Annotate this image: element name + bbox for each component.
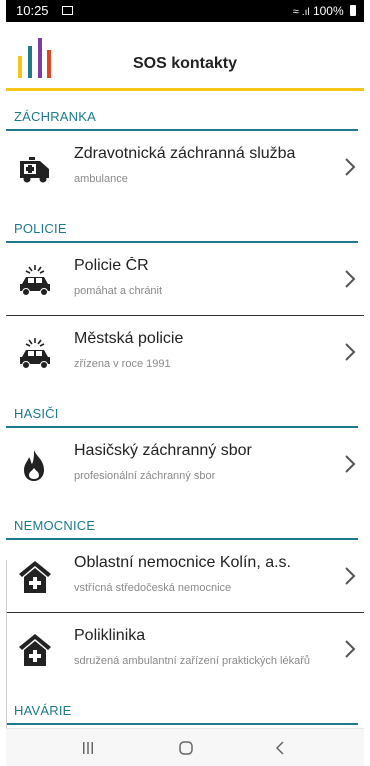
battery-percent: 100% <box>312 4 344 18</box>
recent-apps-button[interactable] <box>58 729 118 766</box>
contact-item-hasicsky-sbor[interactable]: Hasičský záchranný sbor profesionální zá… <box>6 428 364 500</box>
contact-item-zachranna-sluzba[interactable]: Zdravotnická záchranná služba ambulance <box>6 131 364 203</box>
chevron-right-icon <box>345 640 356 658</box>
recent-apps-icon <box>83 742 93 754</box>
phone-screen: 10:25 ≈.ıl 100% SOS kontakty ZÁCHRANKA <box>6 0 364 766</box>
home-icon <box>179 741 193 755</box>
section-label: POLICIE <box>14 221 67 236</box>
status-time: 10:25 <box>16 3 49 18</box>
status-bar: 10:25 ≈ .ıl 100% <box>6 0 364 22</box>
contact-subtitle: zřízena v roce 1991 <box>74 358 171 370</box>
contact-subtitle: pomáhat a chránit <box>74 285 163 297</box>
chevron-right-icon <box>345 270 356 288</box>
contact-title: Oblastní nemocnice Kolín, a.s. <box>74 554 291 571</box>
hospital-icon <box>19 561 51 593</box>
contact-subtitle: profesionální záchranný sbor <box>74 470 216 482</box>
section-header-zachranka: ZÁCHRANKA <box>6 91 364 131</box>
page-title: SOS kontakty <box>132 55 238 72</box>
contacts-list[interactable]: ZÁCHRANKA Zdravotnická záchranná služba … <box>6 91 364 728</box>
section-label: HASIČI <box>14 406 59 421</box>
contact-title: Městská policie <box>74 330 184 347</box>
hospital-icon <box>19 634 51 666</box>
contact-title: Zdravotnická záchranná služba <box>74 145 296 162</box>
contact-item-nemocnice-kolin[interactable]: Oblastní nemocnice Kolín, a.s. vstřícná … <box>6 540 364 613</box>
chevron-right-icon <box>345 158 356 176</box>
status-right: ≈ .ıl 100% <box>293 0 356 24</box>
back-button[interactable] <box>250 729 310 766</box>
police-car-icon <box>20 338 50 369</box>
section-header-havarie: HAVÁRIE <box>6 685 364 725</box>
section-label: NEMOCNICE <box>14 518 96 533</box>
chevron-right-icon <box>345 343 356 361</box>
contact-item-policie-cr[interactable]: Policie ČR pomáhat a chránit <box>6 243 364 316</box>
signal-icon: .ıl <box>301 7 310 18</box>
section-label: HAVÁRIE <box>14 703 72 718</box>
ambulance-icon <box>20 157 49 183</box>
section-header-hasici: HASIČI <box>6 388 364 428</box>
wifi-icon: ≈ <box>292 6 299 18</box>
chevron-right-icon <box>345 455 356 473</box>
fire-icon <box>24 450 44 481</box>
section-divider <box>6 723 358 725</box>
contact-subtitle: sdružená ambulantní zařízení praktických… <box>74 655 311 667</box>
back-icon <box>275 741 284 755</box>
section-header-policie: POLICIE <box>6 203 364 243</box>
contact-title: Poliklinika <box>74 627 146 644</box>
battery-icon <box>350 5 356 16</box>
police-car-icon <box>20 265 50 296</box>
section-label: ZÁCHRANKA <box>14 109 96 124</box>
contact-item-poliklinika[interactable]: Poliklinika sdružená ambulantní zařízení… <box>6 613 364 685</box>
image-icon <box>62 6 73 15</box>
scroll-edge <box>6 560 7 730</box>
home-button[interactable] <box>156 729 216 766</box>
chevron-right-icon <box>345 567 356 585</box>
contact-item-mestska-policie[interactable]: Městská policie zřízena v roce 1991 <box>6 316 364 388</box>
contact-subtitle: vstřícná středočeská nemocnice <box>74 582 232 594</box>
contact-title: Hasičský záchranný sbor <box>74 442 252 459</box>
contact-title: Policie ČR <box>74 257 149 274</box>
contact-subtitle: ambulance <box>74 173 128 185</box>
section-header-nemocnice: NEMOCNICE <box>6 500 364 540</box>
system-nav-bar <box>6 728 364 766</box>
